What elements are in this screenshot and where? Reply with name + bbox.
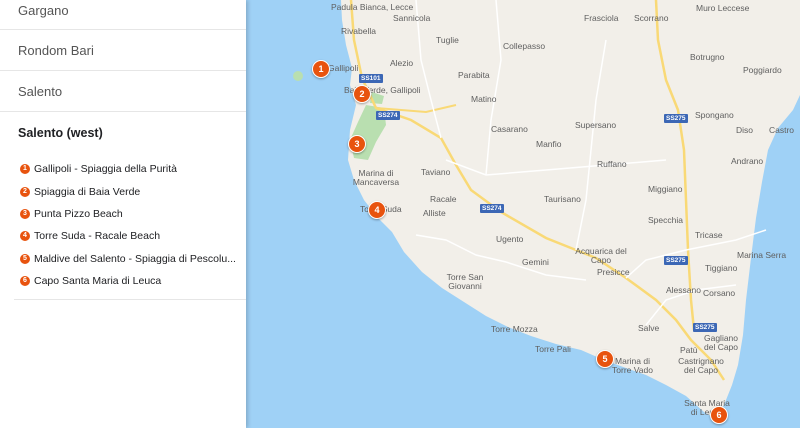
town-label: Taviano — [421, 167, 451, 177]
town-label: Castro — [769, 125, 795, 135]
marker-number-icon: 2 — [20, 186, 30, 197]
town-label: Muro Leccese — [696, 3, 750, 13]
marker-number-icon: 4 — [20, 231, 30, 242]
town-label: Marina di Mancaversa — [352, 168, 400, 187]
town-label: Acquarica del Capo — [575, 246, 627, 265]
section-gargano[interactable]: Gargano — [0, 0, 246, 30]
map-marker-5[interactable]: 5 — [596, 350, 614, 368]
town-label: Ugento — [496, 234, 524, 244]
place-label: Maldive del Salento - Spiaggia di Pescol… — [34, 252, 236, 265]
town-label: Supersano — [575, 120, 617, 130]
town-label: Rivabella — [341, 26, 376, 36]
town-label: Frasciola — [584, 13, 619, 23]
road-shield: SS274 — [376, 111, 400, 120]
town-label: Tiggiano — [705, 263, 738, 273]
town-label: Salve — [638, 323, 660, 333]
island — [293, 71, 303, 81]
town-label: Sannicola — [393, 13, 431, 23]
town-label: Ruffano — [597, 159, 627, 169]
town-label: Tricase — [695, 230, 723, 240]
town-label: Matino — [471, 94, 497, 104]
road-shield: SS275 — [664, 114, 688, 123]
place-label: Torre Suda - Racale Beach — [34, 230, 161, 243]
marker-number-icon: 3 — [20, 208, 30, 219]
place-item-6[interactable]: 6 Capo Santa Maria di Leuca — [0, 270, 246, 292]
place-item-2[interactable]: 2 Spiaggia di Baia Verde — [0, 180, 246, 202]
place-label: Gallipoli - Spiaggia della Purità — [34, 163, 177, 176]
road-shield: SS275 — [664, 256, 688, 265]
town-label: Presicce — [597, 267, 630, 277]
town-label: Collepasso — [503, 41, 546, 51]
town-label: Gallipoli — [328, 63, 359, 73]
town-label: Diso — [736, 125, 754, 135]
town-label: Casarano — [491, 124, 528, 134]
section-label: Rondom Bari — [18, 42, 94, 58]
sidebar: Gargano Rondom Bari Salento Salento (wes… — [0, 0, 246, 428]
map-marker-4[interactable]: 4 — [368, 201, 386, 219]
town-label: Alezio — [390, 58, 414, 68]
section-salento[interactable]: Salento — [0, 71, 246, 112]
place-label: Punta Pizzo Beach — [34, 207, 123, 220]
marker-number-icon: 5 — [20, 253, 30, 264]
place-label: Capo Santa Maria di Leuca — [34, 275, 162, 288]
town-label: Padula Bianca, Lecce — [331, 2, 414, 12]
town-label: Corsano — [703, 288, 736, 298]
road-shield: SS275 — [693, 323, 717, 332]
town-label: Tuglie — [436, 35, 459, 45]
town-label: Taurisano — [544, 194, 581, 204]
town-label: Marina Serra — [737, 250, 787, 260]
town-label: Torre San Giovanni — [446, 272, 484, 291]
town-label: Manfio — [536, 139, 562, 149]
map-marker-6[interactable]: 6 — [710, 406, 728, 424]
town-label: Gagliano del Capo — [703, 333, 739, 352]
town-label: Alessano — [666, 285, 701, 295]
place-item-3[interactable]: 3 Punta Pizzo Beach — [0, 203, 246, 225]
place-item-4[interactable]: 4 Torre Suda - Racale Beach — [0, 225, 246, 247]
road-shield: SS274 — [480, 204, 504, 213]
town-label: Marina di Torre Vado — [612, 356, 653, 375]
town-label: Parabita — [458, 70, 490, 80]
section-label: Salento — [18, 83, 63, 99]
map-marker-2[interactable]: 2 — [353, 85, 371, 103]
section-label: Gargano — [18, 3, 69, 18]
active-section-title[interactable]: Salento (west) — [0, 112, 246, 154]
place-item-5[interactable]: 5 Maldive del Salento - Spiaggia di Pesco… — [0, 248, 246, 270]
map-canvas[interactable]: Padula Bianca, Lecce Sannicola Rivabella… — [246, 0, 800, 428]
town-label: Gemini — [522, 257, 549, 267]
marker-number-icon: 6 — [20, 276, 30, 287]
town-label: Torre Mozza — [491, 324, 538, 334]
town-label: Castrignano del Capo — [678, 356, 724, 375]
town-label: Poggiardo — [743, 65, 782, 75]
town-label: Torre Pali — [535, 344, 571, 354]
place-item-1[interactable]: 1 Gallipoli - Spiaggia della Purità — [0, 158, 246, 180]
section-rondom-bari[interactable]: Rondom Bari — [0, 30, 246, 71]
town-label: Spongano — [695, 110, 734, 120]
town-label: Racale — [430, 194, 457, 204]
map-marker-1[interactable]: 1 — [312, 60, 330, 78]
divider — [14, 299, 246, 300]
map-marker-3[interactable]: 3 — [348, 135, 366, 153]
road-shield: SS101 — [359, 74, 383, 83]
town-label: Specchia — [648, 215, 683, 225]
town-label: Botrugno — [690, 52, 725, 62]
place-list: 1 Gallipoli - Spiaggia della Purità 2 Spia… — [0, 154, 246, 292]
town-label: Patù — [680, 345, 698, 355]
place-label: Spiaggia di Baia Verde — [34, 185, 141, 198]
town-label: Alliste — [423, 208, 446, 218]
town-label: Scorrano — [634, 13, 669, 23]
town-label: Andrano — [731, 156, 764, 166]
marker-number-icon: 1 — [20, 164, 30, 175]
town-label: Miggiano — [648, 184, 683, 194]
